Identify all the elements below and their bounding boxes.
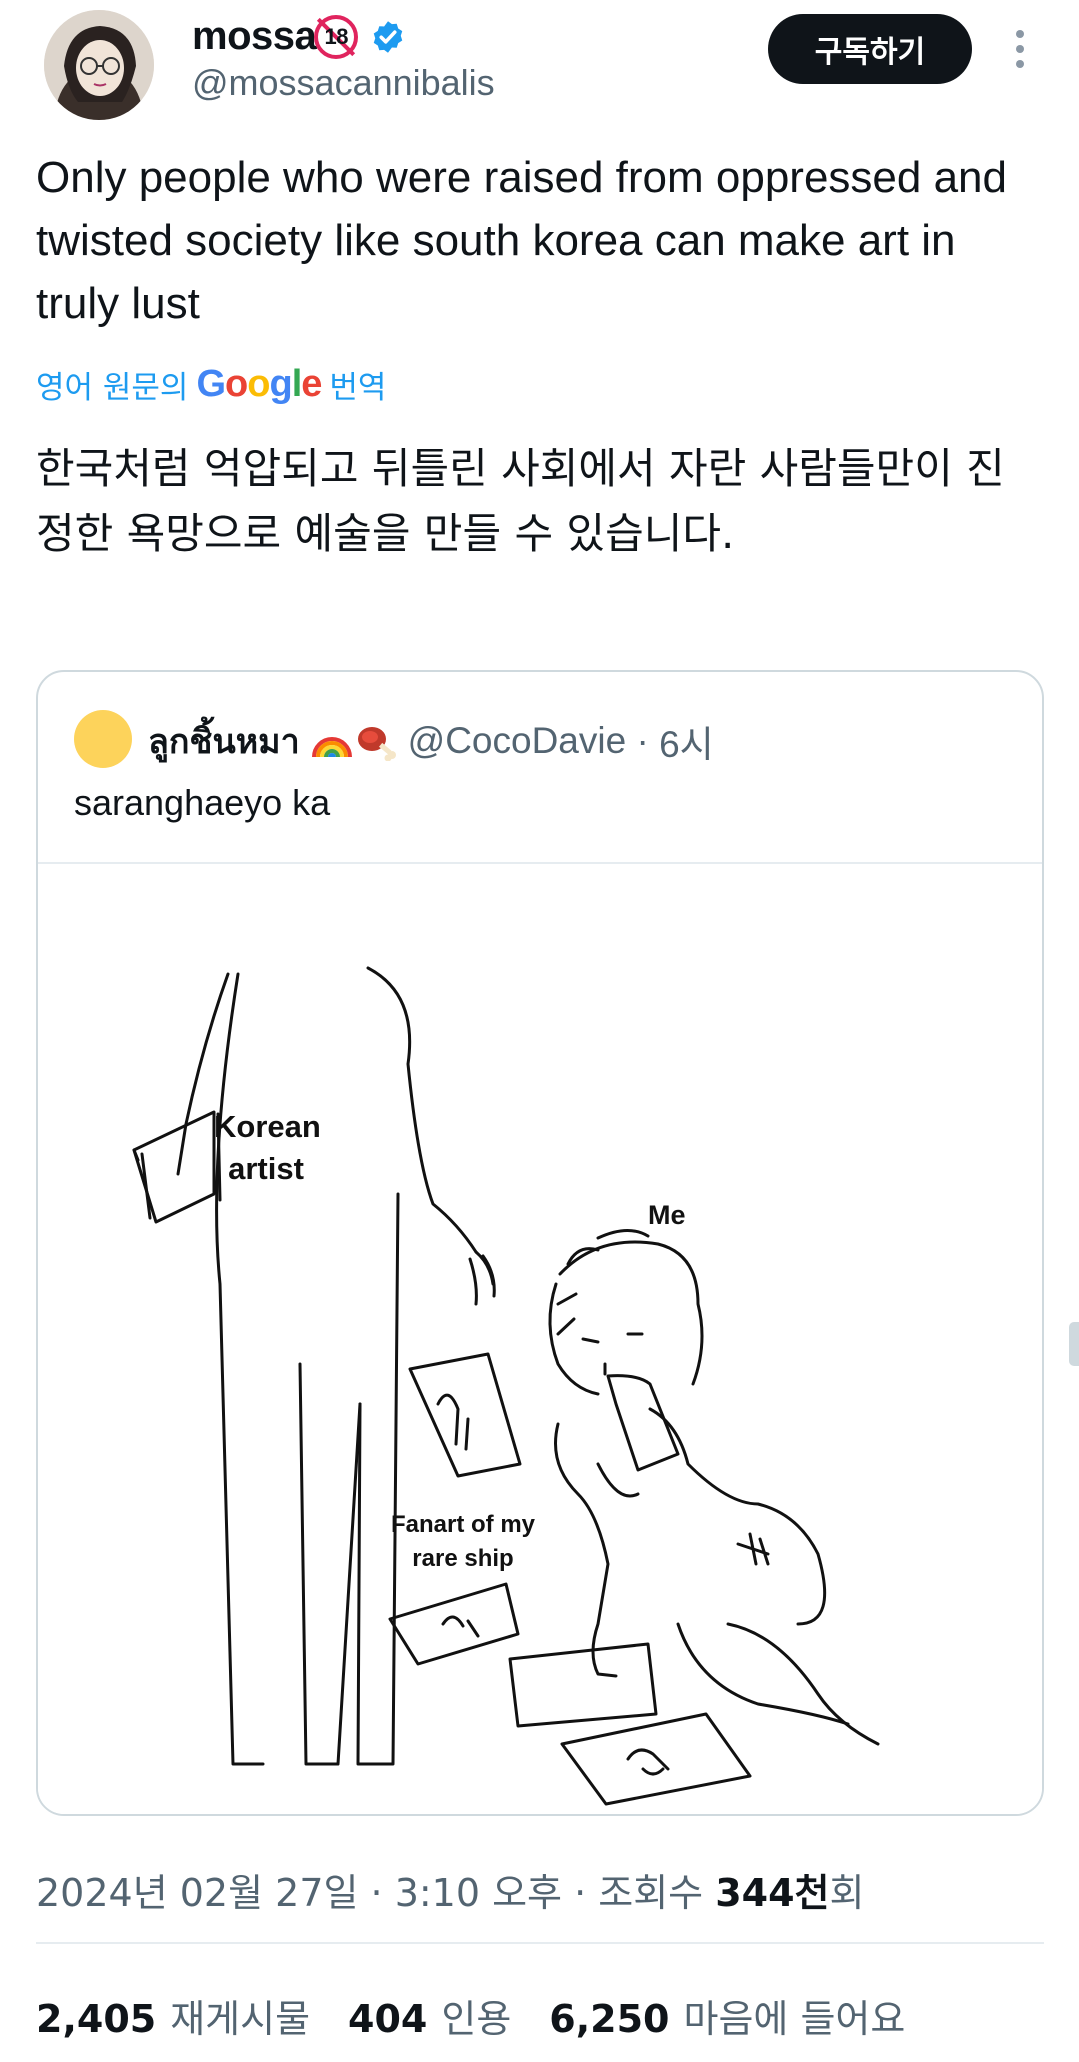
quoted-tweet-card[interactable]: ลูกชิ้นหมา @CocoDavie · 6시 saranghaeyo k… xyxy=(36,670,1044,1816)
tweet-detail-page: mossa 18 @mossacannibalis 구독하기 Only peop… xyxy=(0,0,1079,2062)
engagement-stats: 2,405 재게시물 404 인용 6,250 마음에 들어요 xyxy=(36,1988,905,2043)
quote-name-emojis xyxy=(310,721,398,761)
tweet-timestamp[interactable]: 2024년 02월 27일 · 3:10 오후 · 조회수 344천회 xyxy=(36,1862,865,1917)
subscribe-button[interactable]: 구독하기 xyxy=(768,14,972,84)
author-avatar[interactable] xyxy=(44,10,154,120)
translate-prefix: 영어 원문의 xyxy=(36,370,189,406)
google-letter: o xyxy=(225,363,248,405)
label-fanart: Fanart of my rare ship xyxy=(390,1511,536,1572)
display-name-text: mossa xyxy=(192,14,317,58)
google-letter: g xyxy=(269,363,292,405)
tweet-text: Only people who were raised from oppress… xyxy=(36,153,1007,328)
label-me: Me xyxy=(648,1200,686,1230)
google-logo: Google xyxy=(196,363,322,406)
author-display-name[interactable]: mossa 18 xyxy=(192,14,406,59)
stat-reposts[interactable]: 2,405 재게시물 xyxy=(36,1988,310,2043)
stat-likes[interactable]: 6,250 마음에 들어요 xyxy=(549,1988,905,2043)
timestamp-text: 2024년 02월 27일 · 3:10 오후 · 조회수 xyxy=(36,1871,716,1915)
quote-author-handle[interactable]: @CocoDavie xyxy=(408,720,627,762)
quote-time[interactable]: 6시 xyxy=(659,714,714,768)
age-badge-text: 18 xyxy=(324,23,349,49)
stat-quotes[interactable]: 404 인용 xyxy=(348,1988,511,2043)
stat-count: 404 xyxy=(348,1997,428,2041)
translate-suffix: 번역 xyxy=(329,370,387,406)
label-korean-artist: Korean artist xyxy=(214,1109,321,1186)
translated-tweet-text: 한국처럼 억압되고 뒤틀린 사회에서 자란 사람들만이 진정한 욕망으로 예술을… xyxy=(36,444,1005,558)
author-handle[interactable]: @mossacannibalis xyxy=(192,62,495,104)
verified-badge-icon xyxy=(374,20,403,53)
footer-divider xyxy=(36,1942,1044,1944)
google-letter: o xyxy=(247,363,270,405)
quote-author-name[interactable]: ลูกชิ้นหมา xyxy=(148,714,300,768)
meat-on-bone-emoji-icon xyxy=(357,727,396,761)
google-letter: e xyxy=(301,363,322,405)
quote-text: saranghaeyo ka xyxy=(74,782,331,823)
view-count: 344천 xyxy=(715,1871,830,1915)
stat-count: 6,250 xyxy=(549,1997,670,2041)
translation-attribution[interactable]: 영어 원문의 Google 번역 xyxy=(36,362,386,407)
google-letter: l xyxy=(291,363,303,405)
scrollbar-handle[interactable] xyxy=(1069,1322,1079,1366)
stat-label: 마음에 들어요 xyxy=(683,1997,906,2041)
more-options-icon[interactable] xyxy=(1000,24,1040,74)
quote-separator: · xyxy=(626,720,660,761)
stat-label: 인용 xyxy=(441,1997,512,2041)
quote-media-image[interactable]: Korean artist Me Fanart of my rare ship xyxy=(38,864,1042,1814)
quote-author-avatar[interactable] xyxy=(74,710,132,768)
view-suffix: 회 xyxy=(829,1871,865,1915)
stat-count: 2,405 xyxy=(36,1997,157,2041)
quote-header: ลูกชิ้นหมา @CocoDavie · 6시 xyxy=(148,714,714,768)
rainbow-emoji-icon xyxy=(311,737,352,758)
google-letter: G xyxy=(196,363,226,405)
age-restriction-badge: 18 xyxy=(314,14,359,59)
meme-drawing xyxy=(132,966,880,1806)
stat-label: 재게시물 xyxy=(170,1997,311,2041)
